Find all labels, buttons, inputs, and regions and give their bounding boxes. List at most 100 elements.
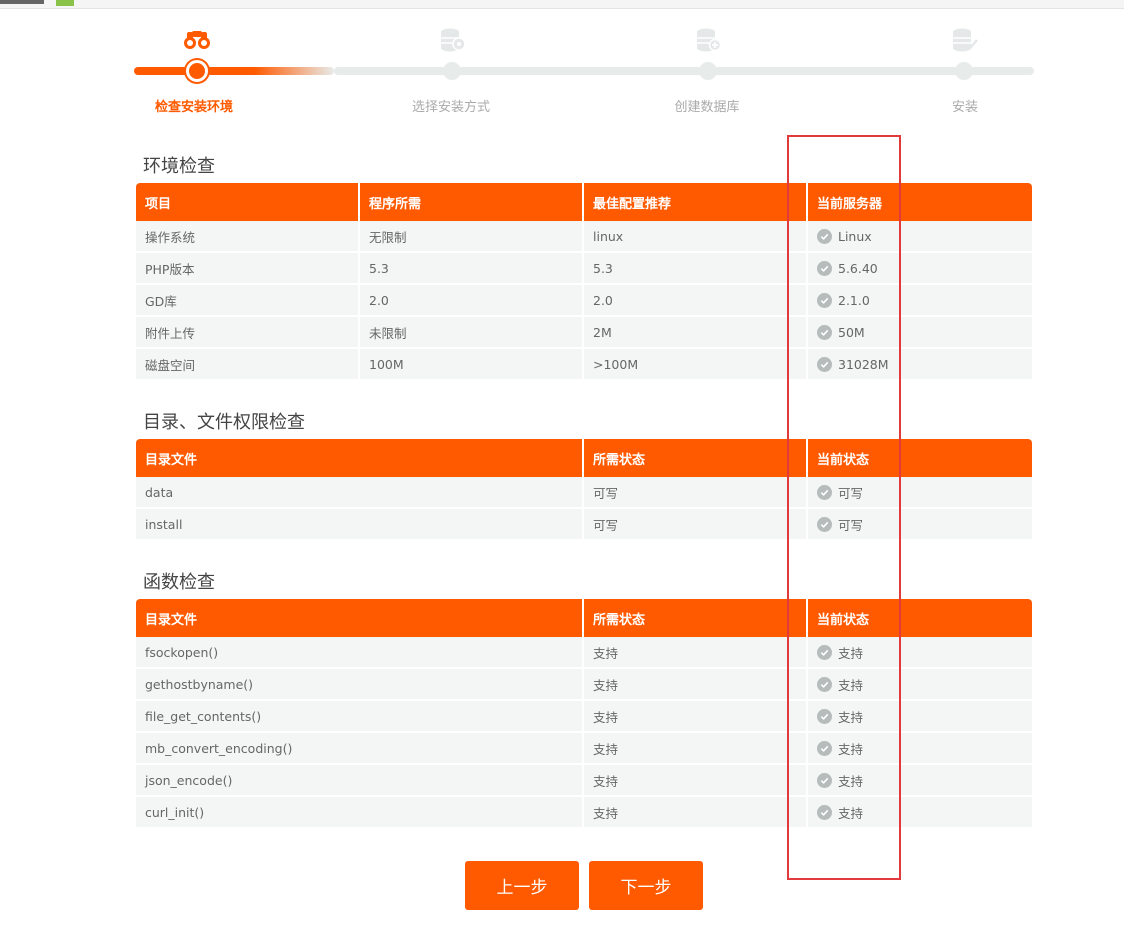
status-cell: 31028M bbox=[808, 349, 1032, 381]
table-cell: 可写 bbox=[584, 509, 808, 541]
table-cell: 2.0 bbox=[360, 285, 584, 317]
check-circle-icon bbox=[817, 516, 832, 532]
status-text: 31028M bbox=[838, 356, 889, 372]
column-header: 最佳配置推荐 bbox=[584, 183, 808, 221]
status-text: 可写 bbox=[838, 485, 864, 501]
func-check-table: 目录文件 所需状态 当前状态 fsockopen() 支持 支持 gethostbynam… bbox=[136, 599, 1032, 829]
dir-check-table: 目录文件 所需状态 当前状态 data 可写 可写 install 可写 可写 bbox=[136, 439, 1032, 541]
progress-track-pending bbox=[334, 67, 1034, 75]
check-circle-icon bbox=[817, 260, 832, 276]
table-row: file_get_contents() 支持 支持 bbox=[136, 701, 1032, 733]
table-cell: >100M bbox=[584, 349, 808, 381]
step-dot-3 bbox=[699, 62, 717, 80]
table-cell: install bbox=[136, 509, 584, 541]
status-cell: Linux bbox=[808, 221, 1032, 253]
table-cell: json_encode() bbox=[136, 765, 584, 797]
table-cell: 100M bbox=[360, 349, 584, 381]
table-cell: data bbox=[136, 477, 584, 509]
check-circle-icon bbox=[817, 484, 832, 500]
status-text: 2.1.0 bbox=[838, 292, 870, 308]
status-text: 支持 bbox=[838, 645, 864, 661]
status-text: 支持 bbox=[838, 805, 864, 821]
table-row: mb_convert_encoding() 支持 支持 bbox=[136, 733, 1032, 765]
table-cell: 5.3 bbox=[360, 253, 584, 285]
table-row: json_encode() 支持 支持 bbox=[136, 765, 1032, 797]
step-dot-2 bbox=[443, 62, 461, 80]
status-cell: 50M bbox=[808, 317, 1032, 349]
status-text: Linux bbox=[838, 228, 872, 244]
table-row: data 可写 可写 bbox=[136, 477, 1032, 509]
table-row: PHP版本 5.3 5.3 5.6.40 bbox=[136, 253, 1032, 285]
status-cell: 支持 bbox=[808, 637, 1032, 669]
table-cell: 2M bbox=[584, 317, 808, 349]
status-text: 50M bbox=[838, 324, 865, 340]
column-header: 项目 bbox=[136, 183, 360, 221]
table-cell: 2.0 bbox=[584, 285, 808, 317]
install-progress: 检查安装环境 选择安装方式 创建数据库 安装 bbox=[0, 0, 1124, 125]
database-add-icon bbox=[697, 28, 722, 52]
step-dot-1 bbox=[186, 60, 208, 82]
table-cell: gethostbyname() bbox=[136, 669, 584, 701]
dir-check-title: 目录、文件权限检查 bbox=[143, 412, 305, 433]
column-header: 目录文件 bbox=[136, 439, 584, 477]
progress-track-done bbox=[134, 67, 334, 75]
check-circle-icon bbox=[817, 804, 832, 820]
column-header: 程序所需 bbox=[360, 183, 584, 221]
column-header: 当前状态 bbox=[808, 439, 1032, 477]
column-header: 当前状态 bbox=[808, 599, 1032, 637]
table-row: gethostbyname() 支持 支持 bbox=[136, 669, 1032, 701]
column-header: 目录文件 bbox=[136, 599, 584, 637]
table-cell: mb_convert_encoding() bbox=[136, 733, 584, 765]
check-circle-icon bbox=[817, 772, 832, 788]
table-cell: file_get_contents() bbox=[136, 701, 584, 733]
step-dot-4 bbox=[955, 62, 973, 80]
check-circle-icon bbox=[817, 324, 832, 340]
table-cell: curl_init() bbox=[136, 797, 584, 829]
table-cell: GD库 bbox=[136, 285, 360, 317]
table-row: 操作系统 无限制 linux Linux bbox=[136, 221, 1032, 253]
check-circle-icon bbox=[817, 356, 832, 372]
table-cell: 支持 bbox=[584, 701, 808, 733]
check-circle-icon bbox=[817, 644, 832, 660]
env-check-table: 项目 程序所需 最佳配置推荐 当前服务器 操作系统 无限制 linux Linux PHP版本… bbox=[136, 183, 1032, 381]
status-cell: 支持 bbox=[808, 669, 1032, 701]
status-text: 支持 bbox=[838, 773, 864, 789]
table-cell: 附件上传 bbox=[136, 317, 360, 349]
step-label-2: 选择安装方式 bbox=[411, 100, 490, 115]
column-header: 当前服务器 bbox=[808, 183, 1032, 221]
check-circle-icon bbox=[817, 708, 832, 724]
table-cell: 支持 bbox=[584, 797, 808, 829]
table-cell: linux bbox=[584, 221, 808, 253]
prev-step-button[interactable]: 上一步 bbox=[465, 861, 579, 910]
column-header: 所需状态 bbox=[584, 439, 808, 477]
table-cell: 无限制 bbox=[360, 221, 584, 253]
table-cell: fsockopen() bbox=[136, 637, 584, 669]
status-text: 支持 bbox=[838, 677, 864, 693]
status-text: 可写 bbox=[838, 517, 864, 533]
table-row: install 可写 可写 bbox=[136, 509, 1032, 541]
table-row: 磁盘空间 100M >100M 31028M bbox=[136, 349, 1032, 381]
env-check-title: 环境检查 bbox=[143, 156, 215, 177]
status-cell: 2.1.0 bbox=[808, 285, 1032, 317]
check-circle-icon bbox=[817, 228, 832, 244]
step-label-4: 安装 bbox=[951, 100, 978, 115]
database-check-icon bbox=[953, 28, 978, 52]
func-check-title: 函数检查 bbox=[143, 572, 215, 593]
table-row: GD库 2.0 2.0 2.1.0 bbox=[136, 285, 1032, 317]
table-cell: 支持 bbox=[584, 733, 808, 765]
table-cell: 5.3 bbox=[584, 253, 808, 285]
status-cell: 5.6.40 bbox=[808, 253, 1032, 285]
step-label-3: 创建数据库 bbox=[674, 100, 740, 115]
status-cell: 可写 bbox=[808, 509, 1032, 541]
next-step-button[interactable]: 下一步 bbox=[589, 861, 703, 910]
table-cell: 支持 bbox=[584, 669, 808, 701]
table-row: curl_init() 支持 支持 bbox=[136, 797, 1032, 829]
table-cell: 支持 bbox=[584, 637, 808, 669]
binoculars-icon bbox=[184, 31, 210, 49]
database-settings-icon bbox=[441, 28, 466, 52]
status-cell: 支持 bbox=[808, 797, 1032, 829]
status-cell: 可写 bbox=[808, 477, 1032, 509]
status-text: 支持 bbox=[838, 741, 864, 757]
column-header: 所需状态 bbox=[584, 599, 808, 637]
check-circle-icon bbox=[817, 740, 832, 756]
